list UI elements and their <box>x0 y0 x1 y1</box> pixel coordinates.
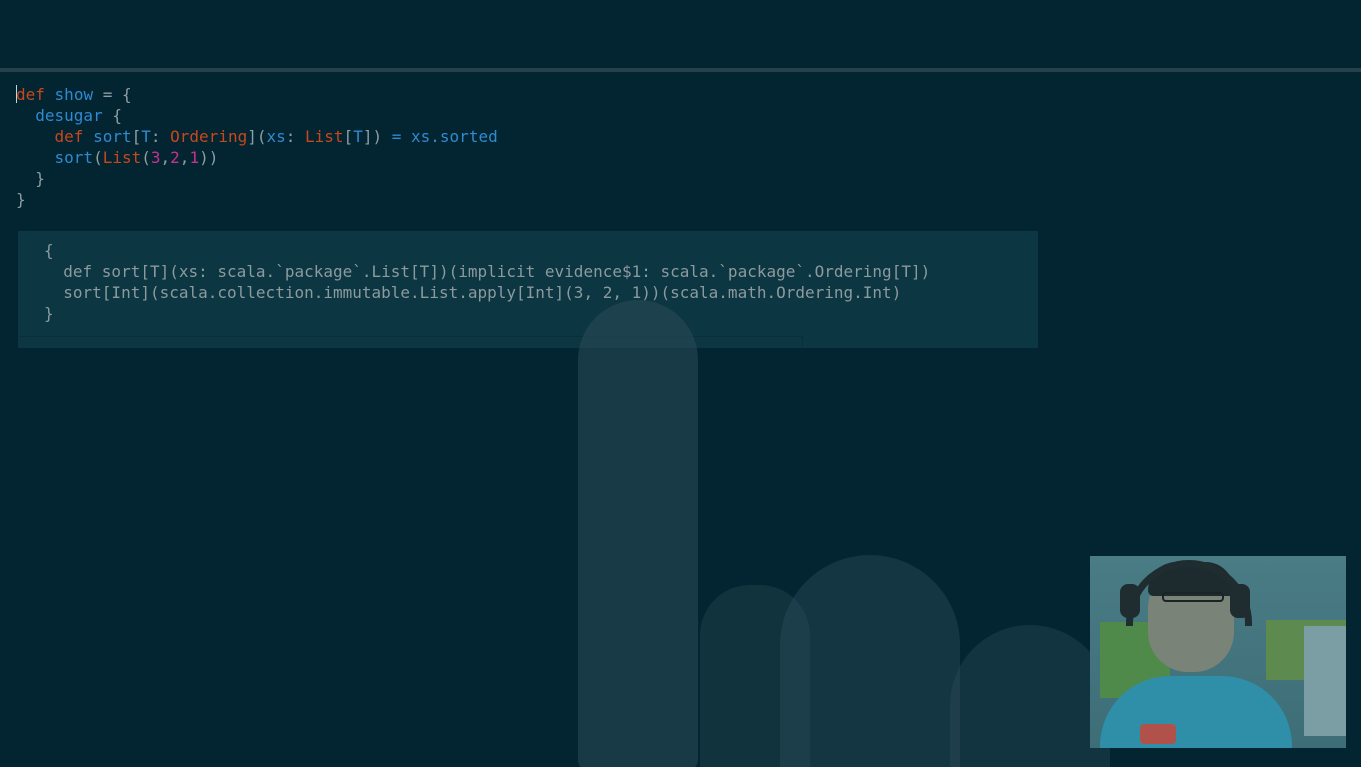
code-line[interactable]: desugar { <box>16 105 1216 126</box>
code-token: = { <box>93 85 132 104</box>
code-token: [ <box>131 127 142 146</box>
code-token: T <box>141 127 151 146</box>
output-line: def sort[T](xs: scala.`package`.List[T])… <box>44 262 931 281</box>
output-panel: { def sort[T](xs: scala.`package`.List[T… <box>18 231 1038 348</box>
code-token: xs <box>266 127 286 146</box>
code-token: xs.sorted <box>411 127 498 146</box>
code-token: ( <box>141 148 151 167</box>
code-token: 2 <box>170 148 180 167</box>
headset-left-cup <box>1120 584 1140 618</box>
code-token: , <box>179 148 190 167</box>
headset-right-cup <box>1230 584 1250 618</box>
code-line[interactable]: def sort[T: Ordering](xs: List[T]) = xs.… <box>16 126 1216 147</box>
code-token: ]( <box>247 127 267 146</box>
code-line[interactable]: def show = { <box>16 84 1216 105</box>
code-token: show <box>54 85 94 104</box>
output-line: } <box>44 304 54 323</box>
code-token: : <box>150 127 171 146</box>
code-line[interactable]: } <box>16 168 1216 189</box>
code-token: ]) <box>362 127 392 146</box>
webcam-overlay <box>1090 556 1346 748</box>
hand-overlay-ring-finger <box>950 625 1110 767</box>
output-line: { <box>44 241 54 260</box>
code-token: T <box>353 127 363 146</box>
code-token: [ <box>343 127 354 146</box>
code-token: } <box>16 190 26 209</box>
code-token: desugar <box>35 106 103 125</box>
code-editor[interactable]: def show = { desugar { def sort[T: Order… <box>16 84 1216 210</box>
desugared-output: { def sort[T](xs: scala.`package`.List[T… <box>44 240 930 324</box>
output-line: sort[Int](scala.collection.immutable.Lis… <box>44 283 902 302</box>
screen: def show = { desugar { def sort[T: Order… <box>0 0 1361 767</box>
code-token: 1 <box>189 148 200 167</box>
code-token: def <box>54 127 84 146</box>
code-token: List <box>102 148 142 167</box>
code-token: def <box>16 85 45 104</box>
code-line[interactable]: sort(List(3,2,1)) <box>16 147 1216 168</box>
code-token: } <box>16 169 45 188</box>
webcam-shelf <box>1304 626 1346 736</box>
code-token: { <box>102 106 122 125</box>
code-token: 3 <box>150 148 161 167</box>
code-line[interactable]: } <box>16 189 1216 210</box>
code-token: sort <box>54 148 94 167</box>
code-token: = <box>391 127 402 146</box>
code-token: : <box>285 127 306 146</box>
top-divider <box>0 68 1361 72</box>
hand-overlay-middle-finger <box>780 555 960 767</box>
code-token: Ordering <box>170 127 248 146</box>
webcam-person-glasses <box>1162 592 1224 602</box>
code-token: List <box>305 127 344 146</box>
code-token: sort <box>93 127 132 146</box>
code-token: ( <box>93 148 103 167</box>
webcam-shirt-logo <box>1140 724 1176 744</box>
code-token: , <box>160 148 171 167</box>
code-token: )) <box>199 148 219 167</box>
hand-overlay-index-finger <box>578 300 698 767</box>
